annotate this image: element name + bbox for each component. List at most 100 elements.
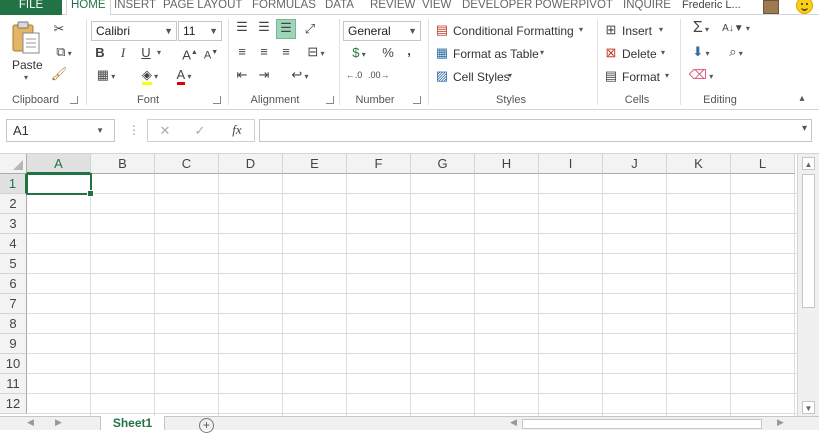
borders-icon[interactable]: ▦ ▾ <box>93 67 119 85</box>
grip-icon[interactable]: ⋮ <box>128 123 140 137</box>
align-left-icon[interactable]: ≡ <box>233 44 251 60</box>
tab-file[interactable]: FILE <box>0 0 62 15</box>
cut-icon[interactable]: ✂ <box>50 21 68 37</box>
orientation-icon[interactable]: ⤢ <box>301 21 319 37</box>
column-header[interactable]: G <box>411 154 475 174</box>
align-bottom-icon[interactable]: ☰ <box>276 19 296 39</box>
conditional-formatting-button[interactable]: ▤ Conditional Formatting ▾ <box>434 22 588 40</box>
row-header[interactable]: 2 <box>0 194 27 214</box>
insert-function-button[interactable]: fx <box>228 122 246 138</box>
paste-button[interactable]: Paste ▾ <box>10 21 44 82</box>
clipboard-launcher-icon[interactable] <box>70 96 78 104</box>
add-sheet-icon[interactable]: + <box>199 418 214 433</box>
column-header[interactable]: E <box>283 154 347 174</box>
horizontal-scroll-thumb[interactable] <box>522 419 762 429</box>
row-header[interactable]: 8 <box>0 314 27 334</box>
column-header[interactable]: C <box>155 154 219 174</box>
column-header[interactable]: H <box>475 154 539 174</box>
align-middle-icon[interactable]: ☰ <box>255 19 273 35</box>
tab-inquire[interactable]: INQUIRE <box>623 0 671 15</box>
alignment-launcher-icon[interactable] <box>326 96 334 104</box>
clear-icon[interactable]: ⌫ ▾ <box>687 67 715 85</box>
font-launcher-icon[interactable] <box>213 96 221 104</box>
row-header[interactable]: 5 <box>0 254 27 274</box>
scroll-thumb[interactable] <box>802 174 815 308</box>
delete-cells-button[interactable]: ⊠ Delete ▾ <box>603 45 667 63</box>
copy-icon[interactable]: ⧉ ▾ <box>50 44 78 62</box>
fill-icon[interactable]: ⬇ ▾ <box>687 44 715 62</box>
sort-filter-icon[interactable]: A↓▼ ▾ <box>722 21 750 37</box>
tab-developer[interactable]: DEVELOPER <box>462 0 532 15</box>
cell-styles-button[interactable]: ▨ Cell Styles ▾ <box>434 68 524 86</box>
format-cells-button[interactable]: ▤ Format ▾ <box>603 68 671 86</box>
increase-decimal-icon[interactable]: ←.0 <box>345 67 363 83</box>
column-header[interactable]: D <box>219 154 283 174</box>
name-box[interactable]: A1 ▼ <box>6 119 115 142</box>
tab-home[interactable]: HOME <box>66 0 111 16</box>
scroll-down-icon[interactable]: ▼ <box>802 401 815 414</box>
select-all-button[interactable] <box>0 154 27 174</box>
tab-review[interactable]: REVIEW <box>370 0 415 15</box>
increase-font-icon[interactable]: A▲ <box>182 45 198 63</box>
tab-data[interactable]: DATA <box>325 0 354 15</box>
vertical-scrollbar[interactable]: ▲ ▼ <box>797 154 819 416</box>
find-select-icon[interactable]: ⌕ ▾ <box>722 44 750 62</box>
tab-formulas[interactable]: FORMULAS <box>252 0 316 15</box>
sheet-tab[interactable]: Sheet1 <box>100 416 165 430</box>
font-color-icon[interactable]: A ▾ <box>171 67 197 85</box>
row-header[interactable]: 6 <box>0 274 27 294</box>
fill-color-icon[interactable]: ◈ ▾ <box>137 67 163 85</box>
scroll-left-icon[interactable]: ◀ <box>510 417 517 428</box>
tab-insert[interactable]: INSERT <box>114 0 156 15</box>
number-format-select[interactable]: General ▼ <box>343 21 421 41</box>
underline-button[interactable]: U <box>139 45 153 61</box>
column-header[interactable]: K <box>667 154 731 174</box>
column-header[interactable]: I <box>539 154 603 174</box>
column-header[interactable]: J <box>603 154 667 174</box>
format-as-table-button[interactable]: ▦ Format as Table ▾ <box>434 45 554 63</box>
row-header[interactable]: 12 <box>0 394 27 414</box>
number-launcher-icon[interactable] <box>413 96 421 104</box>
align-center-icon[interactable]: ≡ <box>255 44 273 60</box>
format-painter-icon[interactable]: 🖌 <box>50 66 68 82</box>
autosum-icon[interactable]: Σ ▾ <box>687 20 715 38</box>
comma-style-button[interactable]: , <box>402 43 416 59</box>
font-name-select[interactable]: Calibri ▼ <box>91 21 177 41</box>
formula-input[interactable]: ▾ <box>259 119 812 142</box>
wrap-text-icon[interactable]: ↩ ▾ <box>285 67 315 85</box>
tab-powerpivot[interactable]: POWERPIVOT <box>535 0 613 15</box>
cancel-icon[interactable]: ✕ <box>158 123 172 139</box>
tab-view[interactable]: VIEW <box>422 0 451 15</box>
next-sheet-icon[interactable]: ▶ <box>55 417 62 428</box>
row-header[interactable]: 3 <box>0 214 27 234</box>
align-right-icon[interactable]: ≡ <box>277 44 295 60</box>
column-header[interactable]: L <box>731 154 795 174</box>
row-header[interactable]: 4 <box>0 234 27 254</box>
tab-page-layout[interactable]: PAGE LAYOUT <box>163 0 242 15</box>
decrease-font-icon[interactable]: A▼ <box>203 45 219 64</box>
insert-cells-button[interactable]: ⊞ Insert ▾ <box>603 22 665 40</box>
feedback-smiley-icon[interactable] <box>796 0 813 14</box>
prev-sheet-icon[interactable]: ◀ <box>27 417 34 428</box>
column-header[interactable]: F <box>347 154 411 174</box>
percent-button[interactable]: % <box>380 45 396 61</box>
expand-formula-icon[interactable]: ▾ <box>802 123 807 134</box>
align-top-icon[interactable]: ☰ <box>233 19 251 35</box>
font-size-select[interactable]: 11 ▼ <box>178 21 222 41</box>
increase-indent-icon[interactable]: ⇥ <box>255 67 273 83</box>
merge-center-icon[interactable]: ⊟ ▾ <box>301 44 331 62</box>
row-header[interactable]: 11 <box>0 374 27 394</box>
active-cell[interactable] <box>26 173 94 197</box>
column-header[interactable]: A <box>27 154 91 174</box>
enter-icon[interactable]: ✓ <box>193 123 207 139</box>
row-header[interactable]: 7 <box>0 294 27 314</box>
avatar[interactable] <box>763 0 779 14</box>
row-header[interactable]: 1 <box>0 174 27 194</box>
row-header[interactable]: 9 <box>0 334 27 354</box>
scroll-right-icon[interactable]: ▶ <box>777 417 784 428</box>
italic-button[interactable]: I <box>116 45 130 61</box>
decrease-decimal-icon[interactable]: .00→ <box>368 67 390 83</box>
cell-area[interactable] <box>27 174 797 416</box>
collapse-ribbon-icon[interactable]: ▴ <box>796 91 808 107</box>
column-header[interactable]: B <box>91 154 155 174</box>
